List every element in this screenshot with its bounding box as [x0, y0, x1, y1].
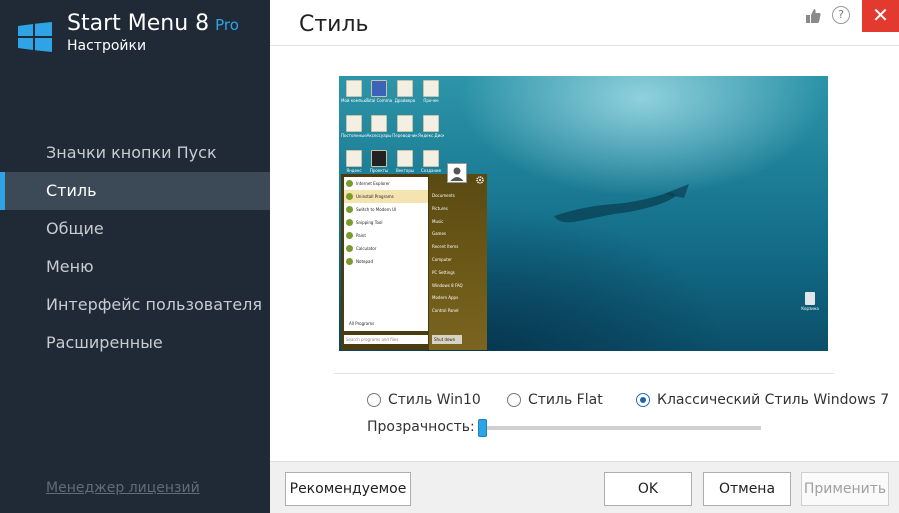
recommended-button[interactable]: Рекомендуемое [285, 472, 411, 506]
list-item: Paint [344, 229, 428, 242]
start-menu-programs: Internet Explorer Uninstall Programs Swi… [344, 177, 428, 331]
list-item: Computer [432, 256, 452, 262]
list-item: Uninstall Programs [344, 190, 428, 203]
desktop-icon: Создание [418, 150, 444, 173]
all-programs-label: All Programs [349, 321, 375, 326]
page-title: Стиль [299, 12, 369, 37]
transparency-label: Прозрачность: [367, 419, 475, 435]
radio-label: Стиль Flat [528, 392, 603, 408]
sidebar-item-style[interactable]: Стиль [0, 172, 270, 210]
desktop-icon: Проекты [366, 150, 392, 173]
diver-silhouette [554, 184, 689, 223]
transparency-slider-track[interactable] [482, 426, 761, 430]
radio-circle [636, 393, 650, 407]
radio-label: Стиль Win10 [388, 392, 481, 408]
app-edition: Pro [215, 16, 239, 34]
list-item: Games [432, 231, 446, 237]
gear-icon [476, 176, 484, 184]
app-subtitle: Настройки [67, 38, 147, 54]
list-item: Snipping Tool [344, 216, 428, 229]
transparency-slider-thumb[interactable] [478, 419, 487, 437]
list-item: PC Settings [432, 269, 455, 275]
windows-logo-icon [18, 22, 52, 52]
sidebar-item-start-button-icons[interactable]: Значки кнопки Пуск [0, 134, 270, 172]
start-search-input: Search programs and files [344, 335, 428, 344]
list-item: Switch to Modern UI [344, 203, 428, 216]
desktop-icon: Драйвера [392, 80, 418, 103]
app-title: Start Menu 8 Pro [67, 11, 239, 36]
sidebar-item-user-interface[interactable]: Интерфейс пользователя [0, 286, 270, 324]
start-menu-places: Documents Pictures Music Games Recent It… [429, 174, 487, 350]
shutdown-button: Shut down [432, 335, 462, 344]
desktop-icon: Прочее [418, 80, 444, 103]
list-item: Recent Items [432, 244, 459, 250]
list-item: Calculator [344, 242, 428, 255]
radio-circle [367, 393, 381, 407]
list-item: Modern Apps [432, 295, 459, 301]
list-item: Control Panel [432, 308, 459, 314]
start-menu-preview: Internet Explorer Uninstall Programs Swi… [341, 163, 487, 350]
options-divider [334, 373, 834, 374]
list-item: Windows 8 FAQ [432, 282, 463, 288]
close-icon[interactable]: ✕ [862, 0, 899, 32]
desktop-icon: Total Commander [366, 80, 392, 103]
thumbs-up-icon[interactable] [803, 6, 823, 26]
list-item: Pictures [432, 205, 448, 211]
desktop-icon: Мой компьютер [341, 80, 367, 103]
cancel-button[interactable]: Отмена [703, 472, 791, 506]
sidebar-item-advanced[interactable]: Расширенные [0, 324, 270, 362]
style-flat-radio[interactable]: Стиль Flat [507, 390, 603, 410]
list-item: Documents [432, 193, 455, 198]
desktop-icon: Аксессуары [366, 115, 392, 138]
sidebar-item-menu[interactable]: Меню [0, 248, 270, 286]
header-divider [270, 45, 899, 46]
recycle-bin-label: Корзина [801, 306, 819, 311]
help-icon[interactable]: ? [832, 6, 850, 24]
recycle-bin-icon: Корзина [797, 292, 823, 311]
list-item: Music [432, 218, 444, 224]
sidebar: Start Menu 8 Pro Настройки Значки кнопки … [0, 0, 270, 513]
apply-button[interactable]: Применить [801, 472, 889, 506]
style-windows7-radio[interactable]: Классический Стиль Windows 7 [636, 390, 889, 410]
app-name: Start Menu 8 [67, 11, 210, 36]
style-preview-image: Мой компьютер Total Commander Драйвера П… [339, 76, 828, 351]
ok-button[interactable]: OK [604, 472, 692, 506]
desktop-icon: Постоянные программы [341, 115, 367, 138]
desktop-icon: Векторы [392, 150, 418, 173]
radio-circle [507, 393, 521, 407]
list-item: Internet Explorer [344, 177, 428, 190]
style-radio-group: Стиль Win10 Стиль Flat Классический Стил… [367, 390, 889, 410]
list-item: Notepad [344, 255, 428, 268]
desktop-icon: Переводчик [392, 115, 418, 138]
style-win10-radio[interactable]: Стиль Win10 [367, 390, 481, 410]
user-avatar-icon [447, 163, 467, 183]
license-manager-link[interactable]: Менеджер лицензий [46, 480, 200, 496]
radio-label: Классический Стиль Windows 7 [657, 392, 890, 408]
desktop-icon: Яндекс.Диск [418, 115, 444, 138]
sidebar-nav: Значки кнопки Пуск Стиль Общие Меню Инте… [0, 134, 270, 362]
sidebar-item-general[interactable]: Общие [0, 210, 270, 248]
desktop-icon: Яндекс [341, 150, 367, 173]
